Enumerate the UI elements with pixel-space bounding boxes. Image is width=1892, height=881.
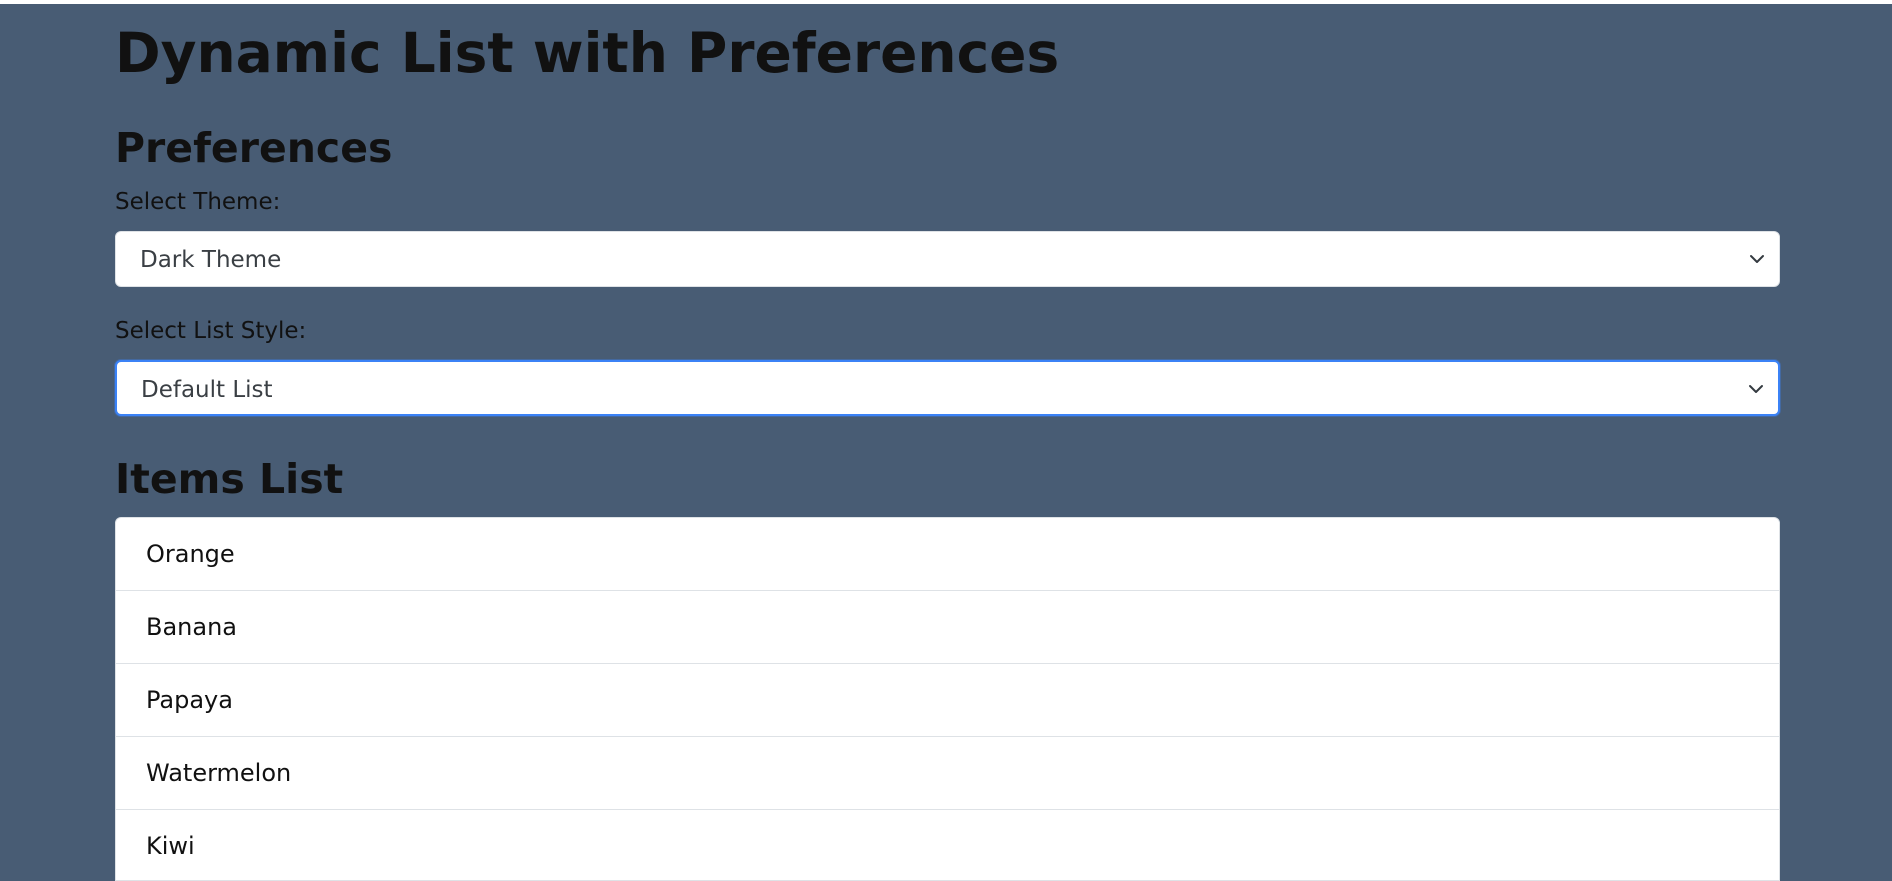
- items-list: Orange Banana Papaya Watermelon Kiwi: [115, 517, 1780, 881]
- theme-select[interactable]: Dark Theme: [115, 231, 1780, 287]
- preferences-heading: Preferences: [115, 124, 393, 172]
- theme-select-value: Dark Theme: [140, 247, 282, 273]
- list-item: Orange: [116, 518, 1779, 591]
- chevron-down-icon: [1749, 385, 1763, 393]
- top-strip: [0, 0, 1892, 4]
- list-item: Banana: [116, 591, 1779, 664]
- list-item: Watermelon: [116, 737, 1779, 810]
- list-item: Papaya: [116, 664, 1779, 737]
- list-style-label: Select List Style:: [115, 318, 307, 344]
- page-title: Dynamic List with Preferences: [115, 21, 1060, 85]
- list-item: Kiwi: [116, 810, 1779, 880]
- chevron-down-icon: [1750, 255, 1764, 263]
- items-list-heading: Items List: [115, 455, 344, 503]
- list-style-select-value: Default List: [141, 377, 273, 403]
- list-style-select[interactable]: Default List: [115, 360, 1780, 416]
- theme-label: Select Theme:: [115, 189, 281, 215]
